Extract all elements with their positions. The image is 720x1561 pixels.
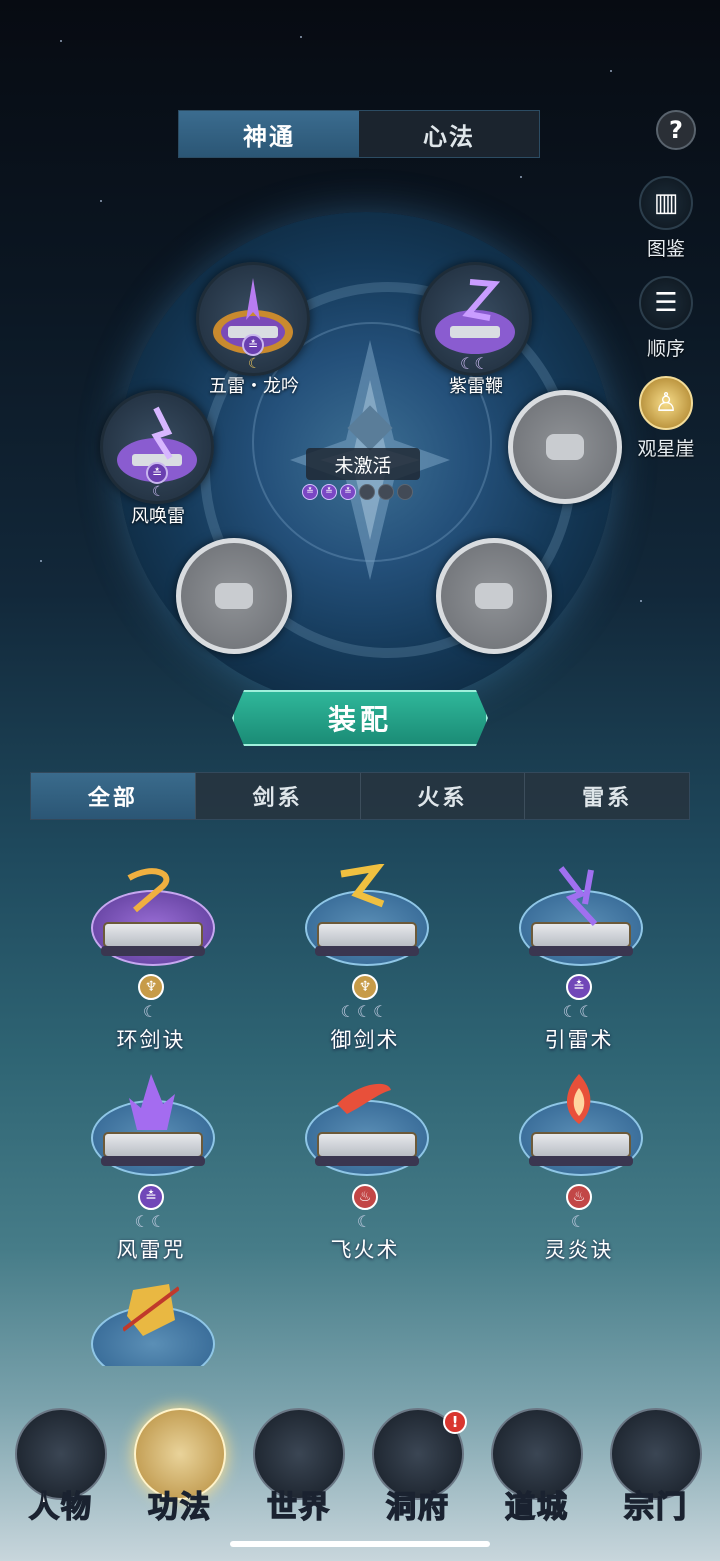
nav-label: 功法 [147, 1489, 212, 1526]
codex-label: 图鉴 [646, 238, 685, 260]
dot-inactive [378, 484, 394, 500]
skill-card-fenglei-zhou[interactable]: ≛ ☾☾ 风雷咒 [76, 1070, 226, 1264]
grade-moons: ☾☾☾ [340, 1002, 390, 1021]
skill-card-lingyan[interactable]: ♨ ☾ 灵炎诀 [504, 1070, 654, 1264]
locked-slot[interactable] [436, 538, 552, 654]
locked-slot[interactable] [508, 390, 622, 504]
skill-card-yinlei[interactable]: ≛ ☾☾ 引雷术 [504, 860, 654, 1054]
order-button[interactable]: ☰ 顺序 [628, 276, 704, 361]
locked-slot[interactable] [176, 538, 292, 654]
filter-all[interactable]: 全部 [31, 773, 196, 819]
nav-label: 世界 [266, 1489, 331, 1526]
skill-name: 御剑术 [330, 1028, 400, 1052]
slot-label: 五雷・龙吟 [209, 376, 299, 397]
filter-fire[interactable]: 火系 [361, 773, 526, 819]
sword-element-icon: ♆ [352, 974, 378, 1000]
nav-world[interactable]: 世界 [244, 1408, 354, 1526]
tab-shentong[interactable]: 神通 [179, 111, 359, 157]
skill-art [83, 1276, 219, 1366]
tab-xinfa[interactable]: 心法 [359, 111, 539, 157]
dot-active: ≛ [302, 484, 318, 500]
skill-art [83, 1070, 219, 1180]
dot-active: ≛ [340, 484, 356, 500]
moon-icon: ☾ [152, 484, 165, 500]
slot-label: 紫雷鞭 [449, 376, 503, 397]
skill-name: 风雷咒 [116, 1238, 186, 1262]
thunder-badge-icon: ≛ [242, 334, 264, 356]
nav-city[interactable]: 道城 [482, 1408, 592, 1526]
skill-name: 环剑诀 [116, 1028, 186, 1052]
star-cliff-icon: ♙ [639, 376, 693, 430]
skill-card-partial[interactable] [76, 1276, 226, 1366]
moons: ☾☾ [460, 354, 489, 373]
skill-art [511, 1070, 647, 1180]
bottom-nav: 人物 功法 世界 ! 洞府 道城 宗门 [0, 1408, 720, 1548]
codex-button[interactable]: ▥ 图鉴 [628, 176, 704, 261]
grade-moons: ☾☾ [562, 1002, 596, 1021]
equip-button[interactable]: 装配 [232, 690, 488, 746]
nav-character[interactable]: 人物 [6, 1408, 116, 1526]
nav-label: 道城 [504, 1489, 569, 1526]
lock-icon [546, 434, 584, 460]
sword-element-icon: ♆ [138, 974, 164, 1000]
thunder-badge-icon: ≛ [146, 462, 168, 484]
notification-badge: ! [443, 1410, 467, 1434]
star-cliff-button[interactable]: ♙ 观星崖 [628, 376, 704, 461]
skill-card-huanjian[interactable]: ♆ ☾ 环剑诀 [76, 860, 226, 1054]
skill-card-yujian[interactable]: ♆ ☾☾☾ 御剑术 [290, 860, 440, 1054]
dot-inactive [359, 484, 375, 500]
thunder-element-icon: ≛ [566, 974, 592, 1000]
skill-art [297, 1070, 433, 1180]
order-icon: ☰ [639, 276, 693, 330]
order-label: 顺序 [646, 338, 685, 360]
filter-tabs: 全部 剑系 火系 雷系 [30, 772, 690, 820]
skill-name: 引雷术 [544, 1028, 614, 1052]
thunder-whip-icon [435, 279, 515, 354]
nav-label: 洞府 [385, 1489, 450, 1526]
center-status: 未激活 [306, 448, 420, 480]
grade-moons: ☾☾ [134, 1212, 168, 1231]
star-cliff-label: 观星崖 [637, 438, 695, 460]
grade-moons: ☾ [570, 1212, 588, 1231]
skill-name: 飞火术 [330, 1238, 400, 1262]
help-button[interactable]: ? [656, 110, 696, 150]
filter-thunder[interactable]: 雷系 [525, 773, 689, 819]
thunder-element-icon: ≛ [138, 1184, 164, 1210]
skill-art [83, 860, 219, 970]
grade-moons: ☾ [142, 1002, 160, 1021]
nav-label: 宗门 [623, 1489, 688, 1526]
slot-label: 风唤雷 [131, 506, 185, 527]
nav-label: 人物 [28, 1489, 93, 1526]
nav-sect[interactable]: 宗门 [601, 1408, 711, 1526]
filter-sword[interactable]: 剑系 [196, 773, 361, 819]
nav-cave[interactable]: ! 洞府 [363, 1408, 473, 1526]
dot-active: ≛ [321, 484, 337, 500]
center-dots: ≛ ≛ ≛ [302, 484, 413, 500]
skill-name: 灵炎诀 [544, 1238, 614, 1262]
skill-card-feihuo[interactable]: ♨ ☾ 飞火术 [290, 1070, 440, 1264]
lock-icon [475, 583, 513, 609]
skill-art [511, 860, 647, 970]
home-indicator[interactable] [230, 1541, 490, 1547]
lock-icon [215, 583, 253, 609]
nav-technique[interactable]: 功法 [125, 1408, 235, 1526]
moon-icon: ☾ [248, 356, 261, 372]
codex-icon: ▥ [639, 176, 693, 230]
skill-art [297, 860, 433, 970]
grade-moons: ☾ [356, 1212, 374, 1231]
fire-element-icon: ♨ [352, 1184, 378, 1210]
fire-element-icon: ♨ [566, 1184, 592, 1210]
top-tabs: 神通 心法 [178, 110, 540, 158]
dot-inactive [397, 484, 413, 500]
